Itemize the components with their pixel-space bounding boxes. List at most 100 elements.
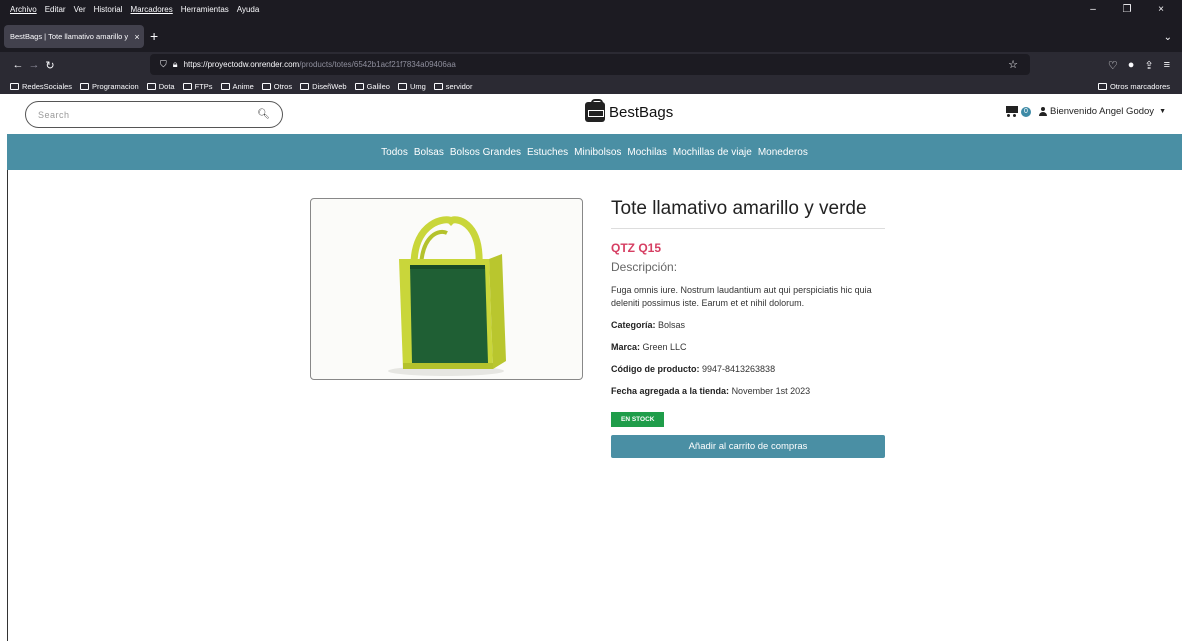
bookmark-ftps[interactable]: FTPs xyxy=(182,82,213,91)
bookmark-otros-marcadores[interactable]: Otros marcadores xyxy=(1097,78,1170,94)
category-link-todos[interactable]: Todos xyxy=(381,147,408,158)
tab-title: BestBags | Tote llamativo amarillo y xyxy=(10,32,129,41)
site-header: 🔍︎ BestBags 0 Bienvenido Angel Godoy ▼ xyxy=(7,94,1182,134)
code-label: Código de producto: xyxy=(611,364,700,374)
account-icon[interactable]: ● xyxy=(1128,59,1135,71)
extensions-icon[interactable]: ⇪ xyxy=(1144,59,1153,72)
brand-row: Marca: Green LLC xyxy=(611,342,885,352)
product-image xyxy=(310,198,583,380)
brand-label: Marca: xyxy=(611,342,641,352)
tab-bestbags[interactable]: BestBags | Tote llamativo amarillo y × xyxy=(4,25,144,48)
date-value: November 1st 2023 xyxy=(731,386,811,396)
window-controls: – ❐ × xyxy=(1080,0,1182,18)
add-to-cart-button[interactable]: Añadir al carrito de compras xyxy=(611,435,885,458)
category-label: Categoría: xyxy=(611,320,656,330)
brand-name: BestBags xyxy=(609,103,674,121)
toolbar-buttons: ♡ ● ⇪ ≡ xyxy=(1108,52,1182,78)
menu-ayuda[interactable]: Ayuda xyxy=(237,5,260,14)
hamburger-menu-icon[interactable]: ≡ xyxy=(1164,59,1170,71)
user-area: 0 Bienvenido Angel Godoy ▼ xyxy=(1004,106,1166,117)
reload-icon[interactable]: ↻ xyxy=(42,59,58,72)
date-row: Fecha agregada a la tienda: November 1st… xyxy=(611,386,885,396)
brand-logo-link[interactable]: BestBags xyxy=(585,99,674,122)
folder-icon xyxy=(261,82,271,90)
product-detail: Tote llamativo amarillo y verde QTZ Q15 … xyxy=(7,170,1182,641)
menu-historial[interactable]: Historial xyxy=(94,5,123,14)
url-path: /products/totes/6542b1acf21f7834a09406aa xyxy=(299,60,456,69)
folder-icon xyxy=(397,82,407,90)
tab-bar: BestBags | Tote llamativo amarillo y × +… xyxy=(0,18,1182,52)
stock-badge: EN STOCK xyxy=(611,412,665,427)
back-arrow-icon[interactable]: ← xyxy=(10,59,26,71)
caret-down-icon[interactable]: ▼ xyxy=(1159,108,1166,115)
folder-icon xyxy=(80,82,90,90)
folder-icon xyxy=(354,82,364,90)
url-host: https://proyectodw.onrender.com xyxy=(183,60,300,69)
minimize-button[interactable]: – xyxy=(1080,4,1106,15)
brand-value: Green LLC xyxy=(642,342,687,352)
category-link-mochillas-de-viaje[interactable]: Mochillas de viaje xyxy=(673,147,752,158)
user-icon xyxy=(1039,107,1047,116)
folder-icon xyxy=(220,82,230,90)
code-row: Código de producto: 9947-8413263838 xyxy=(611,364,885,374)
product-description: Fuga omnis iure. Nostrum laudantium aut … xyxy=(611,285,872,308)
search-icon[interactable]: 🔍︎ xyxy=(257,109,270,120)
bag-logo-icon xyxy=(585,99,605,122)
category-link-estuches[interactable]: Estuches xyxy=(527,147,568,158)
bookmark-programacion[interactable]: Programacion xyxy=(80,82,139,91)
bookmark-umg[interactable]: Umg xyxy=(397,82,426,91)
lock-icon[interactable]: 🔒︎ xyxy=(173,59,178,70)
category-link-bolsos-grandes[interactable]: Bolsos Grandes xyxy=(450,147,521,158)
close-window-button[interactable]: × xyxy=(1148,4,1174,15)
bookmark-star-icon[interactable]: ☆ xyxy=(1008,58,1018,71)
menu-editar[interactable]: Editar xyxy=(45,5,66,14)
menu-herramientas[interactable]: Herramientas xyxy=(181,5,229,14)
tote-bag-illustration xyxy=(388,216,506,376)
menu-archivo[interactable]: Archivo xyxy=(10,5,37,14)
folder-icon xyxy=(182,82,192,90)
new-tab-button[interactable]: + xyxy=(150,28,158,44)
date-label: Fecha agregada a la tienda: xyxy=(611,386,730,396)
url-bar[interactable]: ⛉ 🔒︎ https://proyectodw.onrender.com /pr… xyxy=(150,54,1030,75)
category-link-mochilas[interactable]: Mochilas xyxy=(627,147,666,158)
category-value: Bolsas xyxy=(658,320,686,330)
product-info: Tote llamativo amarillo y verde QTZ Q15 … xyxy=(611,198,885,458)
bookmark-anime[interactable]: Anime xyxy=(220,82,254,91)
menubar: Archivo Editar Ver Historial Marcadores … xyxy=(0,0,1182,18)
category-link-bolsas[interactable]: Bolsas xyxy=(414,147,444,158)
folder-icon xyxy=(300,82,310,90)
search-box: 🔍︎ xyxy=(25,101,283,128)
maximize-button[interactable]: ❐ xyxy=(1114,4,1140,15)
shield-icon[interactable]: ⛉ xyxy=(160,59,167,70)
folder-icon xyxy=(1097,82,1107,90)
bookmark-disenweb[interactable]: DiseñWeb xyxy=(300,82,347,91)
user-greeting[interactable]: Bienvenido Angel Godoy xyxy=(1050,106,1154,117)
folder-icon xyxy=(433,82,443,90)
cart-count-badge[interactable]: 0 xyxy=(1021,106,1031,117)
folder-icon xyxy=(10,82,19,90)
bookmark-dota[interactable]: Dota xyxy=(146,82,175,91)
bookmarks-bar: RedesSociales Programacion Dota FTPs Ani… xyxy=(0,78,1182,94)
search-input[interactable] xyxy=(38,109,258,120)
description-heading: Descripción: xyxy=(611,260,678,274)
category-link-monederos[interactable]: Monederos xyxy=(758,147,808,158)
category-row: Categoría: Bolsas xyxy=(611,320,885,330)
menu-marcadores[interactable]: Marcadores xyxy=(131,5,173,14)
pocket-icon[interactable]: ♡ xyxy=(1108,59,1118,72)
menu-ver[interactable]: Ver xyxy=(74,5,86,14)
category-link-minibolsos[interactable]: Minibolsos xyxy=(574,147,621,158)
navigation-bar: ← → ↻ ⛉ 🔒︎ https://proyectodw.onrender.c… xyxy=(0,52,1182,78)
code-value: 9947-8413263838 xyxy=(702,364,776,374)
folder-icon xyxy=(146,82,156,90)
product-price: QTZ Q15 xyxy=(611,241,662,255)
bookmark-otros[interactable]: Otros xyxy=(261,82,292,91)
forward-arrow-icon[interactable]: → xyxy=(26,59,42,71)
tab-list-chevron-icon[interactable]: ⌄ xyxy=(1164,32,1172,43)
close-tab-icon[interactable]: × xyxy=(130,32,144,42)
bookmark-galileo[interactable]: Galileo xyxy=(354,82,390,91)
cart-icon[interactable] xyxy=(1004,106,1018,117)
bookmark-redessociales[interactable]: RedesSociales xyxy=(10,82,72,91)
product-title: Tote llamativo amarillo y verde xyxy=(611,198,885,229)
bookmark-servidor[interactable]: servidor xyxy=(433,82,472,91)
category-nav: Todos Bolsas Bolsos Grandes Estuches Min… xyxy=(7,134,1182,170)
